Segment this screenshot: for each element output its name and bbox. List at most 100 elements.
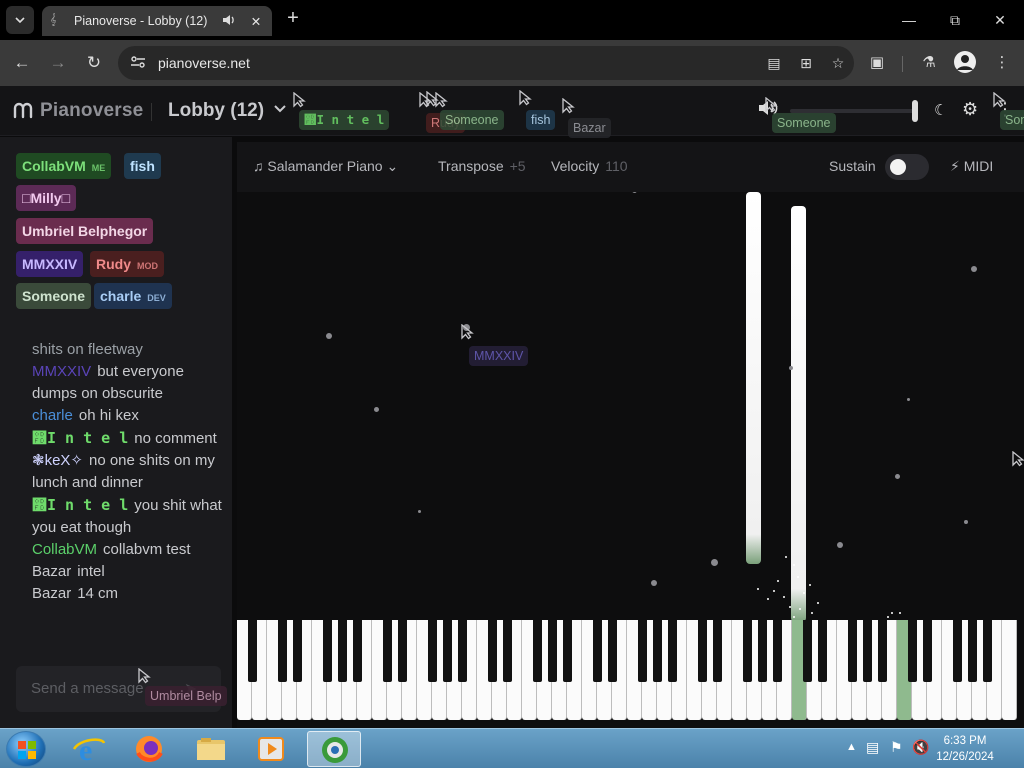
user-chip[interactable]: MMXXIV [16, 251, 84, 277]
forward-button[interactable]: → [45, 50, 71, 76]
install-app-icon[interactable]: ⊞ [790, 55, 822, 72]
minimize-button[interactable]: — [897, 8, 921, 32]
user-chip[interactable]: Someone [16, 283, 92, 309]
remote-cursor-pointer-icon [519, 90, 532, 106]
black-key[interactable] [922, 620, 932, 682]
bookmark-star-icon[interactable]: ☆ [822, 55, 854, 72]
black-key[interactable] [667, 620, 677, 682]
black-key[interactable] [382, 620, 392, 682]
menu-dots-icon[interactable]: ⋮ [989, 50, 1015, 76]
dark-mode-moon-icon[interactable]: ☾ [934, 101, 947, 119]
black-key[interactable] [442, 620, 452, 682]
settings-gear-icon[interactable]: ⚙ [962, 99, 978, 120]
black-key[interactable] [487, 620, 497, 682]
volume-muted-icon[interactable]: 🔇 [912, 739, 929, 756]
black-key[interactable] [427, 620, 437, 682]
media-player-icon[interactable] [244, 731, 298, 767]
chat-author[interactable]: CollabVM [32, 541, 97, 558]
chat-text: no comment [134, 430, 217, 447]
black-key[interactable] [862, 620, 872, 682]
user-chip[interactable]: CollabVM ME [16, 153, 112, 179]
back-button[interactable]: ← [9, 50, 35, 76]
user-chip[interactable]: Rudy MOD [90, 251, 164, 277]
chevron-down-icon: ⌄ [386, 158, 399, 174]
close-tab-icon[interactable]: ✕ [248, 14, 264, 29]
white-key[interactable] [1002, 620, 1017, 720]
sustain-toggle[interactable] [885, 154, 929, 180]
black-key[interactable] [397, 620, 407, 682]
chat-author[interactable]: ෽I n t e l [32, 496, 128, 514]
black-key[interactable] [277, 620, 287, 682]
profile-avatar[interactable] [954, 51, 976, 73]
new-tab-button[interactable]: + [282, 8, 304, 30]
chat-author[interactable]: Bazar [32, 585, 71, 602]
tab-search-button[interactable] [6, 6, 34, 34]
midi-button[interactable]: ⚡ MIDI [950, 158, 993, 175]
velocity-control[interactable]: Velocity 110 [551, 158, 628, 174]
black-key[interactable] [337, 620, 347, 682]
black-key[interactable] [817, 620, 827, 682]
black-key[interactable] [952, 620, 962, 682]
user-chip[interactable]: charle DEV [94, 283, 172, 309]
black-key[interactable] [697, 620, 707, 682]
instrument-select[interactable]: ♫ Salamander Piano ⌄ [253, 158, 398, 175]
start-button[interactable] [6, 731, 46, 767]
room-dropdown-chevron-icon[interactable] [274, 100, 286, 116]
black-key[interactable] [757, 620, 767, 682]
restore-button[interactable]: ⧉ [943, 8, 967, 32]
black-key[interactable] [247, 620, 257, 682]
reading-mode-icon[interactable]: ▤ [758, 55, 790, 72]
room-name[interactable]: Lobby (12) [168, 100, 264, 122]
black-key[interactable] [562, 620, 572, 682]
black-key[interactable] [292, 620, 302, 682]
collabvm-browser-app-icon[interactable] [307, 731, 361, 767]
site-info-icon[interactable] [128, 55, 148, 72]
chat-author[interactable]: Bazar [32, 563, 71, 580]
browser-tab[interactable]: 𝄞 Pianoverse - Lobby (12) ✕ [42, 6, 272, 36]
black-key[interactable] [772, 620, 782, 682]
black-key[interactable] [607, 620, 617, 682]
action-center-flag-icon[interactable]: ⚑ [890, 739, 903, 756]
labs-flask-icon[interactable]: ⚗ [916, 50, 942, 76]
black-key[interactable] [592, 620, 602, 682]
black-key[interactable] [322, 620, 332, 682]
chat-author[interactable]: MMXXIV [32, 363, 91, 380]
extensions-icon[interactable]: ▣ [864, 50, 890, 76]
address-bar[interactable]: pianoverse.net ▤ ⊞ ☆ [118, 46, 854, 80]
volume-slider-handle[interactable] [912, 100, 918, 122]
black-key[interactable] [847, 620, 857, 682]
show-hidden-icons-icon[interactable]: ▲ [846, 741, 857, 753]
black-key[interactable] [637, 620, 647, 682]
internet-explorer-icon[interactable]: e [62, 731, 116, 767]
user-chip[interactable]: Umbriel Belphegor [16, 218, 154, 244]
system-clock[interactable]: 6:33 PM 12/26/2024 [928, 733, 1002, 765]
black-key[interactable] [742, 620, 752, 682]
reload-button[interactable]: ↻ [81, 50, 107, 76]
black-key[interactable] [547, 620, 557, 682]
file-explorer-icon[interactable] [184, 731, 238, 767]
black-key[interactable] [712, 620, 722, 682]
black-key[interactable] [457, 620, 467, 682]
remote-cursor-label: Someone [440, 110, 504, 130]
black-key[interactable] [532, 620, 542, 682]
black-key[interactable] [502, 620, 512, 682]
chat-author[interactable]: charle [32, 407, 73, 424]
firefox-icon[interactable] [122, 731, 176, 767]
black-key[interactable] [652, 620, 662, 682]
close-window-button[interactable]: ✕ [988, 8, 1012, 32]
transpose-control[interactable]: Transpose +5 [438, 158, 526, 174]
spark [799, 608, 801, 610]
black-key[interactable] [982, 620, 992, 682]
black-key[interactable] [802, 620, 812, 682]
black-key[interactable] [352, 620, 362, 682]
user-chip[interactable]: fish [124, 153, 161, 179]
black-key[interactable] [907, 620, 917, 682]
piano-keyboard[interactable] [237, 620, 1017, 720]
black-key[interactable] [967, 620, 977, 682]
network-icon[interactable]: ▤ [866, 739, 879, 756]
chat-author[interactable]: ❃keX✧ [32, 452, 83, 469]
chat-author[interactable]: ෽I n t e l [32, 429, 128, 447]
user-chip[interactable]: □Milly□ [16, 185, 77, 211]
audio-playing-icon[interactable] [222, 14, 236, 29]
black-key[interactable] [877, 620, 887, 682]
